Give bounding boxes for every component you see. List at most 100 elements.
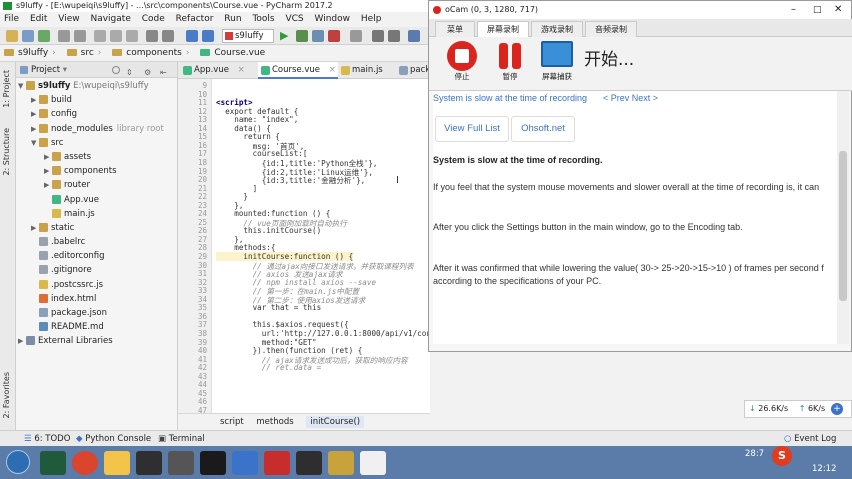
tree-item[interactable]: README.md	[16, 320, 177, 334]
project-tool-tab[interactable]: 1: Project	[2, 70, 11, 108]
menu-vcs[interactable]: VCS	[281, 12, 307, 27]
pause-button[interactable]: 暂停	[493, 41, 527, 82]
tab-package[interactable]: package	[396, 62, 430, 79]
plus-icon[interactable]: +	[831, 403, 843, 415]
tree-item[interactable]: main.js	[16, 207, 177, 221]
taskbar-app-icon[interactable]	[232, 451, 258, 475]
tree-item[interactable]: ▶ static	[16, 221, 177, 235]
capture-button[interactable]: 屏幕捕获	[537, 41, 577, 82]
tree-item[interactable]: index.html	[16, 292, 177, 306]
find-icon[interactable]	[146, 30, 158, 42]
taskbar-app-icon[interactable]	[360, 451, 386, 475]
tree-item[interactable]: App.vue	[16, 193, 177, 207]
crumb-components[interactable]: components	[126, 45, 182, 62]
taskbar-app-icon[interactable]	[168, 451, 194, 475]
taskbar-app-icon[interactable]	[264, 451, 290, 475]
favorites-tool-tab[interactable]: 2: Favorites	[2, 372, 11, 418]
tree-item[interactable]: ▶ build	[16, 93, 177, 107]
settings-icon[interactable]	[372, 30, 384, 42]
terminal-button[interactable]: ▣ Terminal	[158, 431, 205, 447]
ime-logo-icon[interactable]: S	[772, 446, 792, 466]
web-scrollbar[interactable]	[837, 91, 849, 344]
crumb-src[interactable]: src	[81, 45, 94, 62]
project-panel-title[interactable]: Project	[31, 65, 60, 75]
forward-icon[interactable]	[202, 30, 214, 42]
taskbar-chrome-icon[interactable]	[72, 451, 98, 475]
menu-run[interactable]: Run	[220, 12, 245, 27]
ohsoft-link-button[interactable]: Ohsoft.net	[511, 116, 575, 142]
taskbar-cmd-icon[interactable]	[200, 451, 226, 475]
save-icon[interactable]	[22, 30, 34, 42]
menu-file[interactable]: File	[0, 12, 23, 27]
menu-tools[interactable]: Tools	[248, 12, 278, 27]
maximize-icon[interactable]: □	[813, 1, 822, 19]
back-icon[interactable]	[186, 30, 198, 42]
tree-item[interactable]: package.json	[16, 306, 177, 320]
event-log-button[interactable]: ○ Event Log	[784, 431, 836, 447]
project-structure-icon[interactable]	[388, 30, 400, 42]
tab-app-vue[interactable]: App.vue ×	[180, 62, 258, 79]
stop-icon[interactable]	[328, 30, 340, 42]
sync-scope-icon[interactable]	[112, 66, 120, 74]
python-console-button[interactable]: ◆ Python Console	[76, 431, 151, 447]
taskbar-app-icon[interactable]	[328, 451, 354, 475]
tree-item[interactable]: ▼ src	[16, 136, 177, 150]
taskbar-explorer-icon[interactable]	[104, 451, 130, 475]
minimize-icon[interactable]: –	[791, 1, 796, 19]
coverage-icon[interactable]	[312, 30, 324, 42]
run-icon[interactable]: ▶	[280, 30, 288, 42]
crumb-methods[interactable]: methods	[256, 417, 293, 427]
tree-item[interactable]: ▶ assets	[16, 150, 177, 164]
article-link[interactable]: System is slow at the time of recording	[433, 93, 587, 103]
taskbar-pycharm-icon[interactable]	[40, 451, 66, 475]
tab-course-vue[interactable]: Course.vue ×	[258, 62, 338, 79]
vcs-icon[interactable]	[350, 30, 362, 42]
run-config-select[interactable]: s9luffy	[222, 29, 274, 43]
help-icon[interactable]	[408, 30, 420, 42]
tree-item[interactable]: ▶ config	[16, 107, 177, 121]
crumb-initcourse[interactable]: initCourse()	[306, 416, 365, 428]
tree-item[interactable]: .babelrc	[16, 235, 177, 249]
ocam-tab-screen-record[interactable]: 屏幕录制	[477, 21, 529, 37]
stop-button[interactable]: 停止	[445, 41, 479, 82]
tree-item[interactable]: ▶ router	[16, 178, 177, 192]
menu-view[interactable]: View	[54, 12, 83, 27]
menu-edit[interactable]: Edit	[26, 12, 51, 27]
tree-item[interactable]: .editorconfig	[16, 249, 177, 263]
tree-item[interactable]: ▶ node_modules library root	[16, 122, 177, 136]
tree-item[interactable]: .gitignore	[16, 263, 177, 277]
close-icon[interactable]: ×	[238, 65, 245, 75]
close-icon[interactable]: ×	[329, 65, 336, 75]
menu-help[interactable]: Help	[357, 12, 386, 27]
prev-next-nav[interactable]: < Prev Next >	[603, 93, 658, 103]
structure-tool-tab[interactable]: 2: Structure	[2, 128, 11, 176]
tab-main-js[interactable]: main.js ×	[338, 62, 396, 92]
tree-item[interactable]: ▶ External Libraries	[16, 334, 177, 348]
taskbar-app-icon[interactable]	[296, 451, 322, 475]
start-button-icon[interactable]	[6, 450, 30, 474]
menu-code[interactable]: Code	[138, 12, 169, 27]
open-icon[interactable]	[6, 30, 18, 42]
ocam-tab-game-record[interactable]: 游戏录制	[531, 21, 583, 37]
cut-icon[interactable]	[94, 30, 106, 42]
taskbar-app-icon[interactable]	[136, 451, 162, 475]
redo-icon[interactable]	[74, 30, 86, 42]
copy-icon[interactable]	[110, 30, 122, 42]
crumb-project[interactable]: s9luffy	[18, 45, 48, 62]
code-editor[interactable]: 9 10 11 12 13 14 15 16 17 18 19 20 21 22 23 24 25 26 27 28 2…	[178, 79, 458, 415]
replace-icon[interactable]	[162, 30, 174, 42]
menu-refactor[interactable]: Refactor	[172, 12, 218, 27]
undo-icon[interactable]	[58, 30, 70, 42]
ocam-tab-audio-record[interactable]: 音频录制	[585, 21, 637, 37]
menu-navigate[interactable]: Navigate	[86, 12, 134, 27]
tree-item[interactable]: ▶ components	[16, 164, 177, 178]
close-icon[interactable]: ✕	[834, 1, 842, 19]
sync-icon[interactable]	[38, 30, 50, 42]
tree-root[interactable]: ▼ s9luffy E:\wupeiqi\s9luffy	[16, 79, 177, 93]
ocam-tab-menu[interactable]: 菜单	[435, 21, 475, 37]
scroll-thumb[interactable]	[839, 151, 847, 301]
debug-icon[interactable]	[296, 30, 308, 42]
view-full-list-button[interactable]: View Full List	[435, 116, 509, 142]
menu-window[interactable]: Window	[311, 12, 355, 27]
crumb-script[interactable]: script	[220, 417, 244, 427]
